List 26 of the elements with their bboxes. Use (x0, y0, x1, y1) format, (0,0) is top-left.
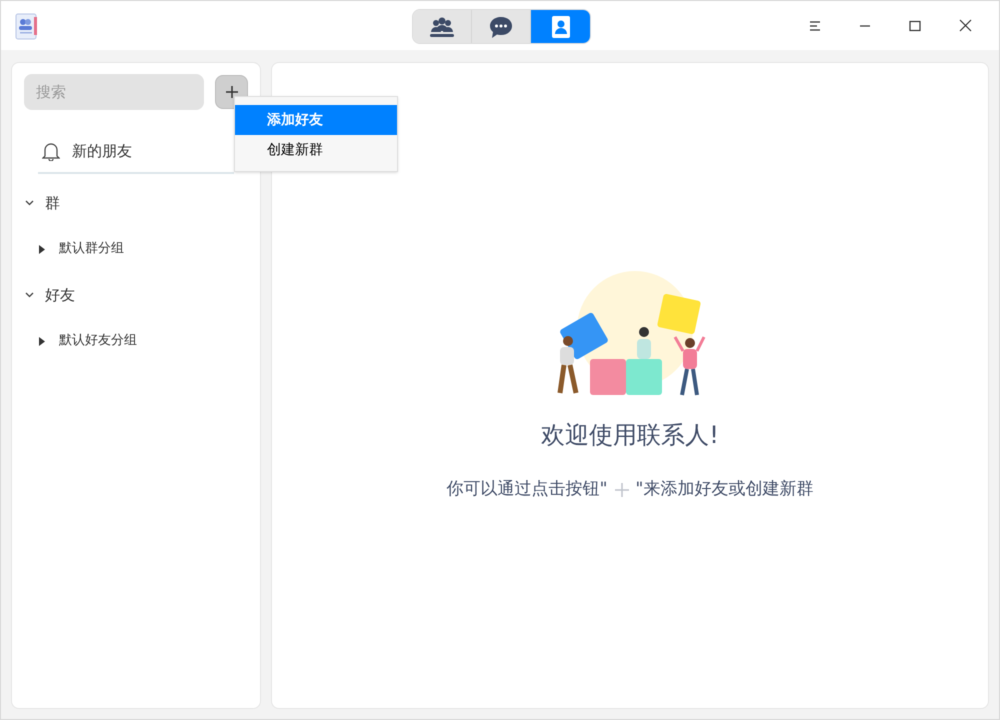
menu-item[interactable]: 添加好友 (235, 105, 397, 135)
hint-text: "来添加好友或创建新群 (636, 478, 814, 501)
tree-group[interactable]: 群 (12, 180, 260, 226)
plus-icon (224, 85, 238, 99)
welcome-title: 欢迎使用联系人! (541, 420, 719, 451)
menu-item[interactable]: 创建新群 (235, 135, 397, 165)
tree-subgroup[interactable]: 默认群分组 (12, 226, 260, 272)
tab[interactable] (413, 10, 472, 43)
maximize-icon (909, 20, 921, 32)
caret-right-icon (39, 244, 45, 254)
close-icon (958, 19, 972, 32)
chevron-down-icon (25, 200, 34, 206)
tab[interactable] (472, 10, 531, 43)
plus-icon (614, 482, 630, 498)
bell-icon (42, 141, 60, 161)
tab[interactable] (531, 10, 590, 43)
tree-subgroup[interactable]: 默认好友分组 (12, 318, 260, 364)
search-field[interactable]: 搜索 (24, 74, 204, 110)
chat-bubble-icon (488, 14, 514, 38)
contact-card-icon (550, 14, 572, 38)
caret-right-icon (39, 336, 45, 346)
menu-icon (809, 20, 821, 32)
people-group-icon (428, 16, 456, 38)
chevron-down-icon (25, 292, 34, 298)
hint-text: 你可以通过点击按钮" (446, 478, 608, 501)
tree-group[interactable]: 好友 (12, 272, 260, 318)
